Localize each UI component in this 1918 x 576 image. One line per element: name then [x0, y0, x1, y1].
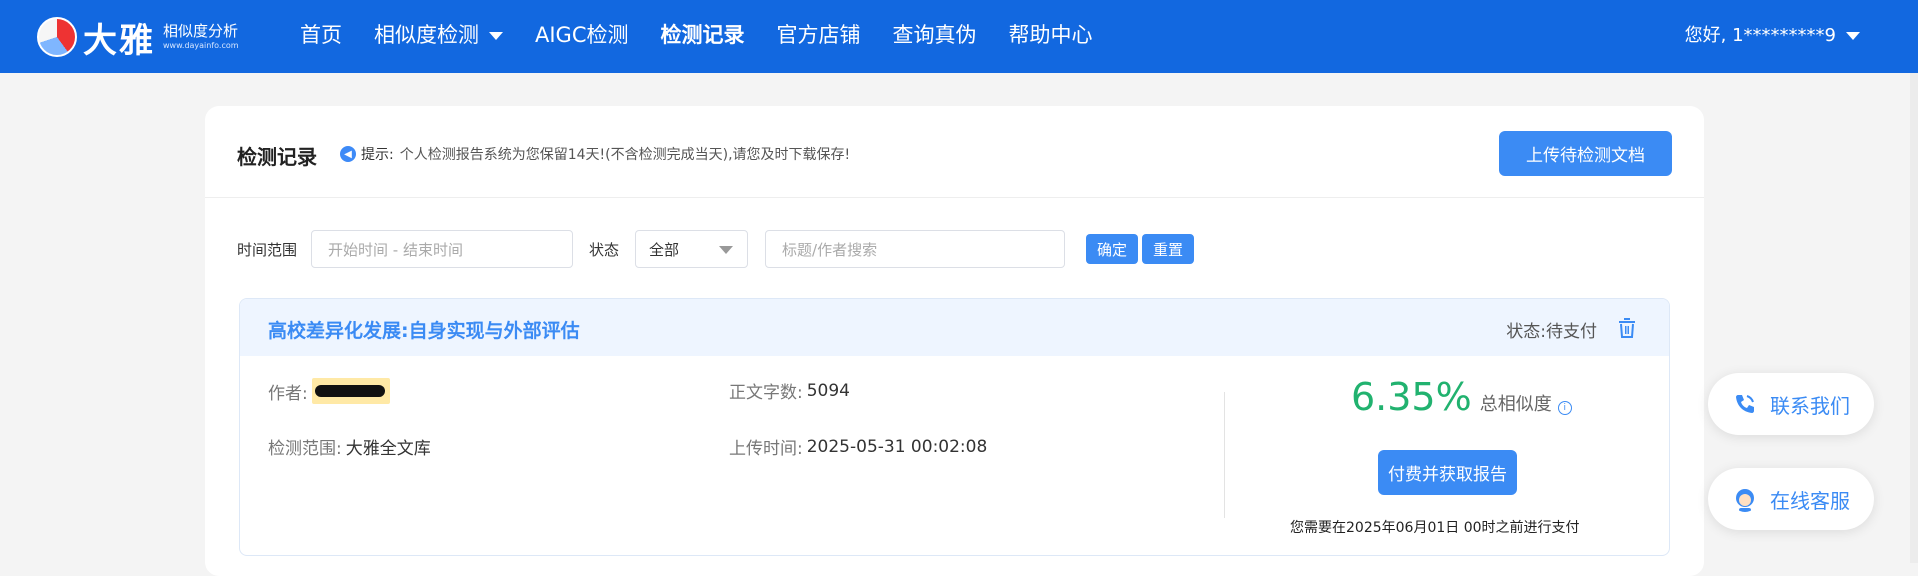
upload-document-button[interactable]: 上传待检测文档 — [1499, 131, 1672, 176]
page-scrollbar[interactable] — [1910, 73, 1918, 563]
scope-field: 检测范围: 大雅全文库 — [268, 439, 431, 459]
trash-icon[interactable] — [1617, 317, 1637, 339]
status-select[interactable]: 全部 — [635, 230, 749, 268]
confirm-button[interactable]: 确定 — [1086, 234, 1139, 264]
pay-get-report-button[interactable]: 付费并获取报告 — [1378, 450, 1517, 495]
payment-deadline: 您需要在2025年06月01日 00时之前进行支付 — [1290, 520, 1580, 536]
search-input[interactable]: 标题/作者搜索 — [765, 230, 1066, 268]
chevron-down-icon — [1846, 31, 1860, 40]
nav-help-center[interactable]: 帮助中心 — [1009, 19, 1093, 49]
info-icon[interactable]: i — [1557, 401, 1572, 415]
tip-text: 个人检测报告系统为您保留14天!(不含检测完成当天),请您及时下载保存! — [399, 147, 851, 163]
upload-time-field: 上传时间: 2025-05-31 00:02:08 — [729, 436, 988, 460]
nav-home[interactable]: 首页 — [300, 19, 342, 49]
nav-similarity-check[interactable]: 相似度检测 — [374, 19, 503, 49]
record-title[interactable]: 高校差异化发展:自身实现与外部评估 — [268, 316, 580, 343]
nav-check-records[interactable]: 检测记录 — [661, 19, 745, 49]
record-header: 高校差异化发展:自身实现与外部评估 状态:待支付 — [240, 299, 1669, 356]
records-panel: 检测记录 ◀ 提示: 个人检测报告系统为您保留14天!(不含检测完成当天),请您… — [205, 106, 1704, 576]
chevron-down-icon — [719, 246, 734, 254]
customer-service-icon — [1736, 489, 1754, 512]
nav-aigc-check[interactable]: AIGC检测 — [535, 19, 629, 49]
logo-text: 大雅 — [83, 20, 155, 61]
similarity-label: 总相似度 — [1479, 394, 1552, 415]
online-service-button[interactable]: 在线客服 — [1708, 468, 1874, 530]
author-field: 作者: — [268, 378, 390, 404]
similarity-score: 6.35% 总相似度 i — [1351, 375, 1572, 419]
reset-button[interactable]: 重置 — [1142, 234, 1195, 264]
similarity-value: 6.35% — [1351, 375, 1472, 419]
tip-label: 提示: — [361, 147, 394, 163]
time-range-label: 时间范围 — [237, 240, 298, 259]
logo-subtitle: 相似度分析 — [163, 22, 239, 40]
redacted-author — [311, 378, 390, 404]
user-menu[interactable]: 您好, 1*********9 — [1685, 0, 1860, 68]
filter-bar: 时间范围 开始时间 - 结束时间 状态 全部 标题/作者搜索 确定 重置 — [237, 230, 1198, 268]
main-nav: 首页 相似度检测 AIGC检测 检测记录 官方店铺 查询真伪 帮助中心 — [300, 0, 1125, 68]
word-count-field: 正文字数: 5094 — [729, 380, 850, 404]
nav-official-store[interactable]: 官方店铺 — [777, 19, 861, 49]
status-label: 状态 — [589, 240, 620, 259]
chevron-down-icon — [489, 31, 503, 40]
contact-us-button[interactable]: 联系我们 — [1708, 373, 1874, 435]
panel-header: 检测记录 ◀ 提示: 个人检测报告系统为您保留14天!(不含检测完成当天),请您… — [205, 106, 1704, 198]
time-range-input[interactable]: 开始时间 - 结束时间 — [311, 230, 574, 268]
user-greeting: 您好, 1*********9 — [1684, 25, 1836, 46]
retention-tip: ◀ 提示: 个人检测报告系统为您保留14天!(不含检测完成当天),请您及时下载保… — [340, 144, 850, 164]
record-card: 高校差异化发展:自身实现与外部评估 状态:待支付 作者: 正文字数: 5094 检… — [239, 298, 1670, 556]
page-title: 检测记录 — [237, 145, 317, 169]
nav-verify-authenticity[interactable]: 查询真伪 — [893, 19, 977, 49]
speaker-icon: ◀ — [340, 146, 356, 162]
logo[interactable]: 大雅 相似度分析 www.dayainfo.com — [37, 12, 239, 62]
logo-mark-icon — [37, 17, 77, 57]
record-status: 状态:待支付 — [1506, 322, 1597, 342]
phone-icon — [1736, 395, 1754, 413]
divider — [1224, 392, 1225, 518]
top-navigation-bar: 大雅 相似度分析 www.dayainfo.com 首页 相似度检测 AIGC检… — [0, 0, 1918, 73]
logo-url: www.dayainfo.com — [163, 41, 239, 50]
